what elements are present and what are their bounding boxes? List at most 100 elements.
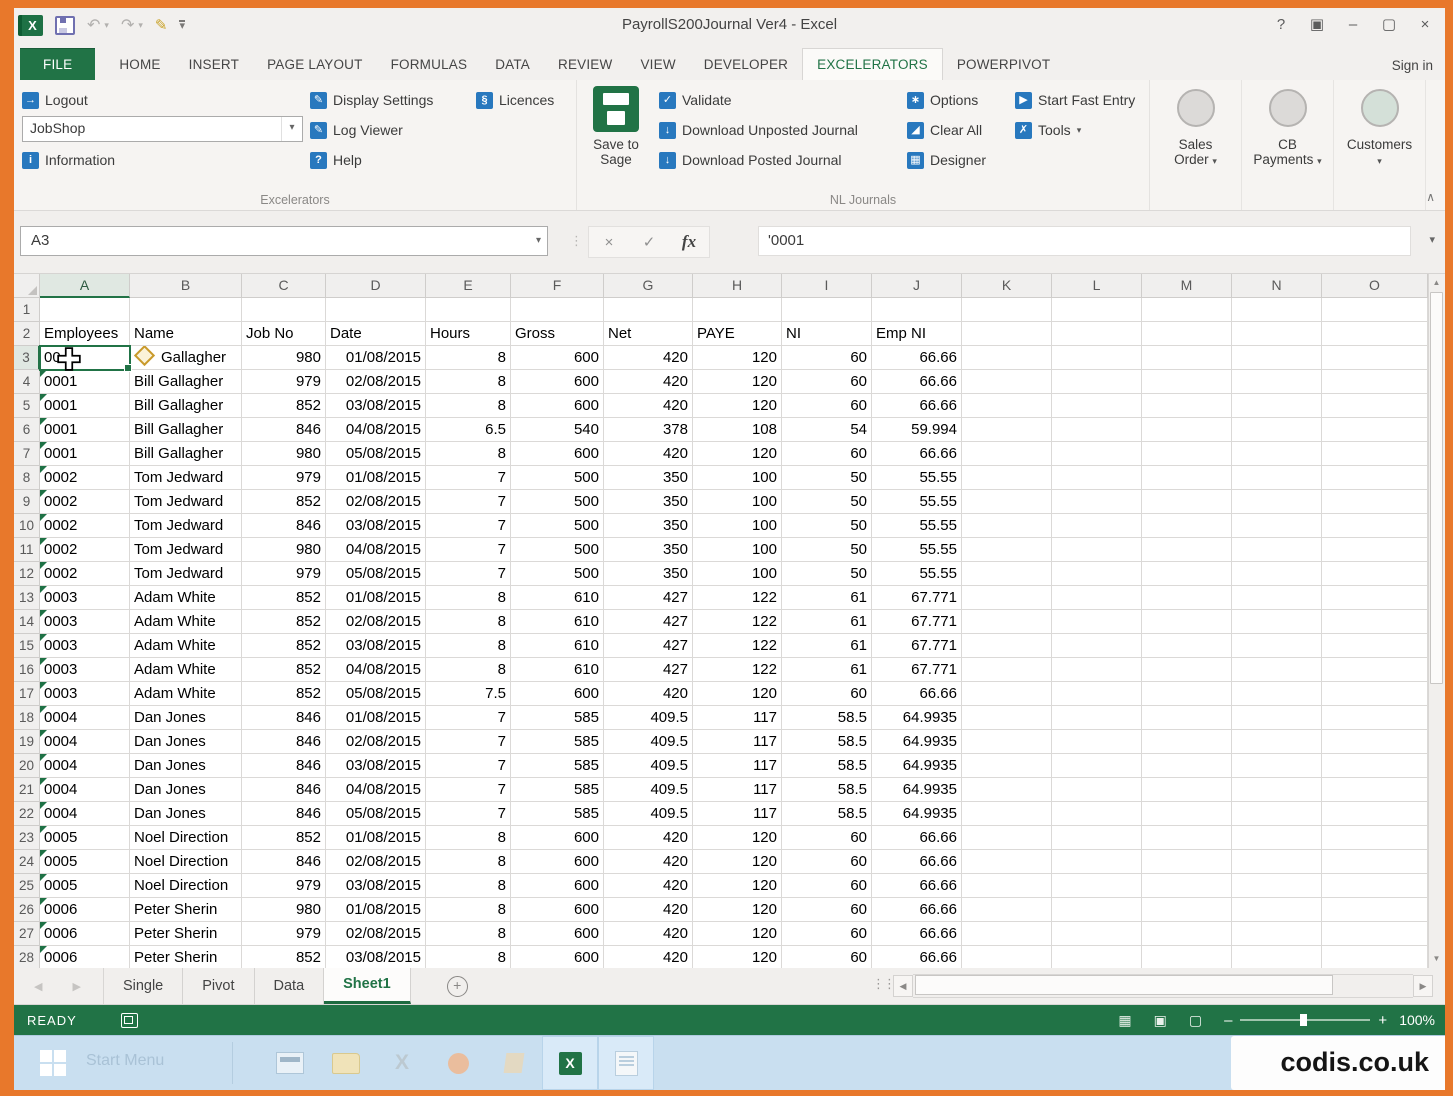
cell-H20[interactable]: 117 [693, 754, 782, 778]
cell-J12[interactable]: 55.55 [872, 562, 962, 586]
cell-O25[interactable] [1322, 874, 1428, 898]
cell-K24[interactable] [962, 850, 1052, 874]
cell-D27[interactable]: 02/08/2015 [326, 922, 426, 946]
tab-file[interactable]: FILE [20, 48, 95, 80]
jobshop-dropdown-arrow-icon[interactable]: ▾ [281, 117, 302, 141]
cell-M17[interactable] [1142, 682, 1232, 706]
cell-H12[interactable]: 100 [693, 562, 782, 586]
cell-G13[interactable]: 427 [604, 586, 693, 610]
cell-H25[interactable]: 120 [693, 874, 782, 898]
licences-button[interactable]: § Licences [476, 88, 554, 112]
row-header-13[interactable]: 13 [14, 586, 40, 610]
cell-E27[interactable]: 8 [426, 922, 511, 946]
cell-G22[interactable]: 409.5 [604, 802, 693, 826]
cell-H19[interactable]: 117 [693, 730, 782, 754]
zoom-in-icon[interactable]: + [1378, 1012, 1387, 1029]
cell-H2[interactable]: PAYE [693, 322, 782, 346]
cell-N21[interactable] [1232, 778, 1322, 802]
cell-M7[interactable] [1142, 442, 1232, 466]
cell-J3[interactable]: 66.66 [872, 346, 962, 370]
cell-L19[interactable] [1052, 730, 1142, 754]
cell-F16[interactable]: 610 [511, 658, 604, 682]
cell-E9[interactable]: 7 [426, 490, 511, 514]
cell-K15[interactable] [962, 634, 1052, 658]
jobshop-dropdown[interactable]: JobShop ▾ [22, 116, 303, 142]
cell-F17[interactable]: 600 [511, 682, 604, 706]
cell-F27[interactable]: 600 [511, 922, 604, 946]
zoom-out-icon[interactable]: – [1224, 1012, 1232, 1029]
cell-I3[interactable]: 60 [782, 346, 872, 370]
cell-N2[interactable] [1232, 322, 1322, 346]
sales-order-button[interactable]: SalesOrder ▾ [1150, 80, 1242, 210]
cell-L8[interactable] [1052, 466, 1142, 490]
insert-function-icon[interactable]: fx [669, 232, 709, 252]
row-header-8[interactable]: 8 [14, 466, 40, 490]
cell-B26[interactable]: Peter Sherin [130, 898, 242, 922]
cell-O23[interactable] [1322, 826, 1428, 850]
cell-L16[interactable] [1052, 658, 1142, 682]
cell-F12[interactable]: 500 [511, 562, 604, 586]
cell-A27[interactable]: 0006 [40, 922, 130, 946]
cell-M28[interactable] [1142, 946, 1232, 968]
cell-I22[interactable]: 58.5 [782, 802, 872, 826]
cell-A14[interactable]: 0003 [40, 610, 130, 634]
cell-H18[interactable]: 117 [693, 706, 782, 730]
cell-G9[interactable]: 350 [604, 490, 693, 514]
name-box[interactable]: A3 ▾ [20, 226, 548, 256]
cell-E6[interactable]: 6.5 [426, 418, 511, 442]
cell-D18[interactable]: 01/08/2015 [326, 706, 426, 730]
cell-K12[interactable] [962, 562, 1052, 586]
cell-I4[interactable]: 60 [782, 370, 872, 394]
cell-C10[interactable]: 846 [242, 514, 326, 538]
cell-F21[interactable]: 585 [511, 778, 604, 802]
cell-L25[interactable] [1052, 874, 1142, 898]
cell-G15[interactable]: 427 [604, 634, 693, 658]
sheet-tab-data[interactable]: Data [255, 968, 325, 1004]
cell-E26[interactable]: 8 [426, 898, 511, 922]
cell-K23[interactable] [962, 826, 1052, 850]
cell-H13[interactable]: 122 [693, 586, 782, 610]
cell-F10[interactable]: 500 [511, 514, 604, 538]
cell-E17[interactable]: 7.5 [426, 682, 511, 706]
cell-O4[interactable] [1322, 370, 1428, 394]
cell-K16[interactable] [962, 658, 1052, 682]
page-layout-view-icon[interactable]: ▣ [1154, 1012, 1167, 1029]
cell-D9[interactable]: 02/08/2015 [326, 490, 426, 514]
column-header-H[interactable]: H [693, 274, 782, 298]
cell-N7[interactable] [1232, 442, 1322, 466]
cell-I9[interactable]: 50 [782, 490, 872, 514]
cell-H10[interactable]: 100 [693, 514, 782, 538]
cell-K4[interactable] [962, 370, 1052, 394]
download-unposted-journal-button[interactable]: ↓ Download Unposted Journal [659, 118, 858, 142]
cell-C27[interactable]: 979 [242, 922, 326, 946]
cell-J20[interactable]: 64.9935 [872, 754, 962, 778]
designer-button[interactable]: ▦ Designer [907, 148, 986, 172]
cell-E20[interactable]: 7 [426, 754, 511, 778]
cell-L23[interactable] [1052, 826, 1142, 850]
cell-A28[interactable]: 0006 [40, 946, 130, 968]
cell-G1[interactable] [604, 298, 693, 322]
close-icon[interactable]: × [1407, 8, 1443, 42]
scroll-left-icon[interactable]: ◀ [893, 975, 913, 997]
cell-G21[interactable]: 409.5 [604, 778, 693, 802]
cell-L2[interactable] [1052, 322, 1142, 346]
cell-D16[interactable]: 04/08/2015 [326, 658, 426, 682]
cell-G6[interactable]: 378 [604, 418, 693, 442]
cell-L7[interactable] [1052, 442, 1142, 466]
cell-N6[interactable] [1232, 418, 1322, 442]
cell-F24[interactable]: 600 [511, 850, 604, 874]
cell-D22[interactable]: 05/08/2015 [326, 802, 426, 826]
help-icon[interactable]: ? [1263, 8, 1299, 42]
cell-G7[interactable]: 420 [604, 442, 693, 466]
cell-K22[interactable] [962, 802, 1052, 826]
cell-M24[interactable] [1142, 850, 1232, 874]
folder-icon[interactable] [318, 1036, 374, 1090]
cell-N17[interactable] [1232, 682, 1322, 706]
cell-J1[interactable] [872, 298, 962, 322]
cell-H7[interactable]: 120 [693, 442, 782, 466]
cell-B22[interactable]: Dan Jones [130, 802, 242, 826]
cell-A18[interactable]: 0004 [40, 706, 130, 730]
tab-developer[interactable]: DEVELOPER [690, 49, 802, 80]
tab-review[interactable]: REVIEW [544, 49, 626, 80]
cell-O26[interactable] [1322, 898, 1428, 922]
